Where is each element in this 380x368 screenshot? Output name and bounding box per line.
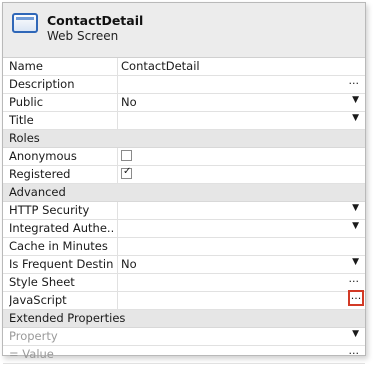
- property-label: Title: [9, 113, 34, 127]
- property-row-cache-minutes: Cache in Minutes: [3, 238, 365, 256]
- property-label: Integrated Authe...: [9, 221, 113, 235]
- name-value: ContactDetail: [121, 59, 200, 73]
- chevron-down-icon[interactable]: ▼: [352, 329, 359, 339]
- property-label: Name: [9, 59, 43, 73]
- chevron-down-icon[interactable]: ▼: [352, 203, 359, 213]
- section-extended-properties: Extended Properties: [3, 310, 365, 328]
- style-sheet-ellipsis-button[interactable]: ...: [349, 272, 360, 285]
- description-ellipsis-button[interactable]: ...: [349, 74, 360, 87]
- property-row-public: Public No ▼: [3, 94, 365, 112]
- property-row-frequent-destination: Is Frequent Destin... No ▼: [3, 256, 365, 274]
- value-ellipsis-button[interactable]: ...: [349, 344, 360, 357]
- section-advanced: Advanced: [3, 184, 365, 202]
- section-label: Roles: [9, 131, 40, 145]
- properties-panel: ContactDetail Web Screen Name ContactDet…: [2, 2, 366, 364]
- name-field[interactable]: ContactDetail: [117, 58, 365, 75]
- style-sheet-field[interactable]: ...: [117, 272, 365, 291]
- cache-minutes-field[interactable]: [117, 238, 365, 255]
- property-label: Registered: [9, 167, 71, 181]
- property-row-anonymous: Anonymous: [3, 148, 365, 166]
- frequent-destination-select[interactable]: No ▼: [117, 256, 365, 273]
- chevron-down-icon[interactable]: ▼: [352, 221, 359, 231]
- property-label: Anonymous: [9, 149, 77, 163]
- http-security-select[interactable]: ▼: [117, 202, 365, 219]
- property-grid: Name ContactDetail Description ... Publi…: [3, 58, 365, 364]
- element-title: ContactDetail: [47, 13, 144, 28]
- section-roles: Roles: [3, 130, 365, 148]
- public-select[interactable]: No ▼: [117, 94, 365, 111]
- property-label: JavaScript: [9, 293, 67, 307]
- element-type: Web Screen: [47, 29, 119, 43]
- property-label: Is Frequent Destin...: [9, 257, 113, 271]
- property-row-javascript: JavaScript ...: [3, 290, 365, 310]
- property-row-integrated-auth: Integrated Authe... ▼: [3, 220, 365, 238]
- property-label: Style Sheet: [9, 275, 75, 289]
- description-field[interactable]: ...: [117, 74, 365, 93]
- chevron-down-icon[interactable]: ▼: [352, 257, 359, 267]
- property-row-title: Title ▼: [3, 112, 365, 130]
- javascript-field[interactable]: ...: [117, 290, 365, 309]
- property-row-style-sheet: Style Sheet ...: [3, 272, 365, 292]
- integrated-auth-select[interactable]: ▼: [117, 220, 365, 237]
- property-label: Description: [9, 77, 75, 91]
- property-label: Public: [9, 95, 44, 109]
- properties-header: ContactDetail Web Screen: [3, 3, 365, 58]
- javascript-ellipsis-button[interactable]: ...: [348, 290, 364, 306]
- property-row-description: Description ...: [3, 74, 365, 94]
- property-name-placeholder[interactable]: Property: [9, 329, 113, 343]
- property-value-placeholder[interactable]: = Value: [9, 347, 113, 361]
- property-row-http-security: HTTP Security ▼: [3, 202, 365, 220]
- anonymous-checkbox[interactable]: [121, 150, 132, 161]
- chevron-down-icon[interactable]: ▼: [352, 95, 359, 105]
- property-label: Cache in Minutes: [9, 239, 108, 253]
- chevron-down-icon[interactable]: ▼: [352, 113, 359, 123]
- title-select[interactable]: ▼: [117, 112, 365, 129]
- registered-field: [117, 166, 365, 183]
- anonymous-field: [117, 148, 365, 165]
- section-label: Advanced: [9, 185, 66, 199]
- section-label: Extended Properties: [9, 311, 126, 325]
- property-row-registered: Registered: [3, 166, 365, 184]
- frequent-destination-value: No: [121, 257, 137, 271]
- registered-checkbox[interactable]: [121, 166, 132, 179]
- extended-property-row: Property ▼: [3, 328, 365, 346]
- web-screen-icon: [12, 13, 38, 33]
- property-label: HTTP Security: [9, 203, 90, 217]
- extended-value-row: = Value ...: [3, 344, 365, 364]
- public-value: No: [121, 95, 137, 109]
- property-row-name: Name ContactDetail: [3, 58, 365, 76]
